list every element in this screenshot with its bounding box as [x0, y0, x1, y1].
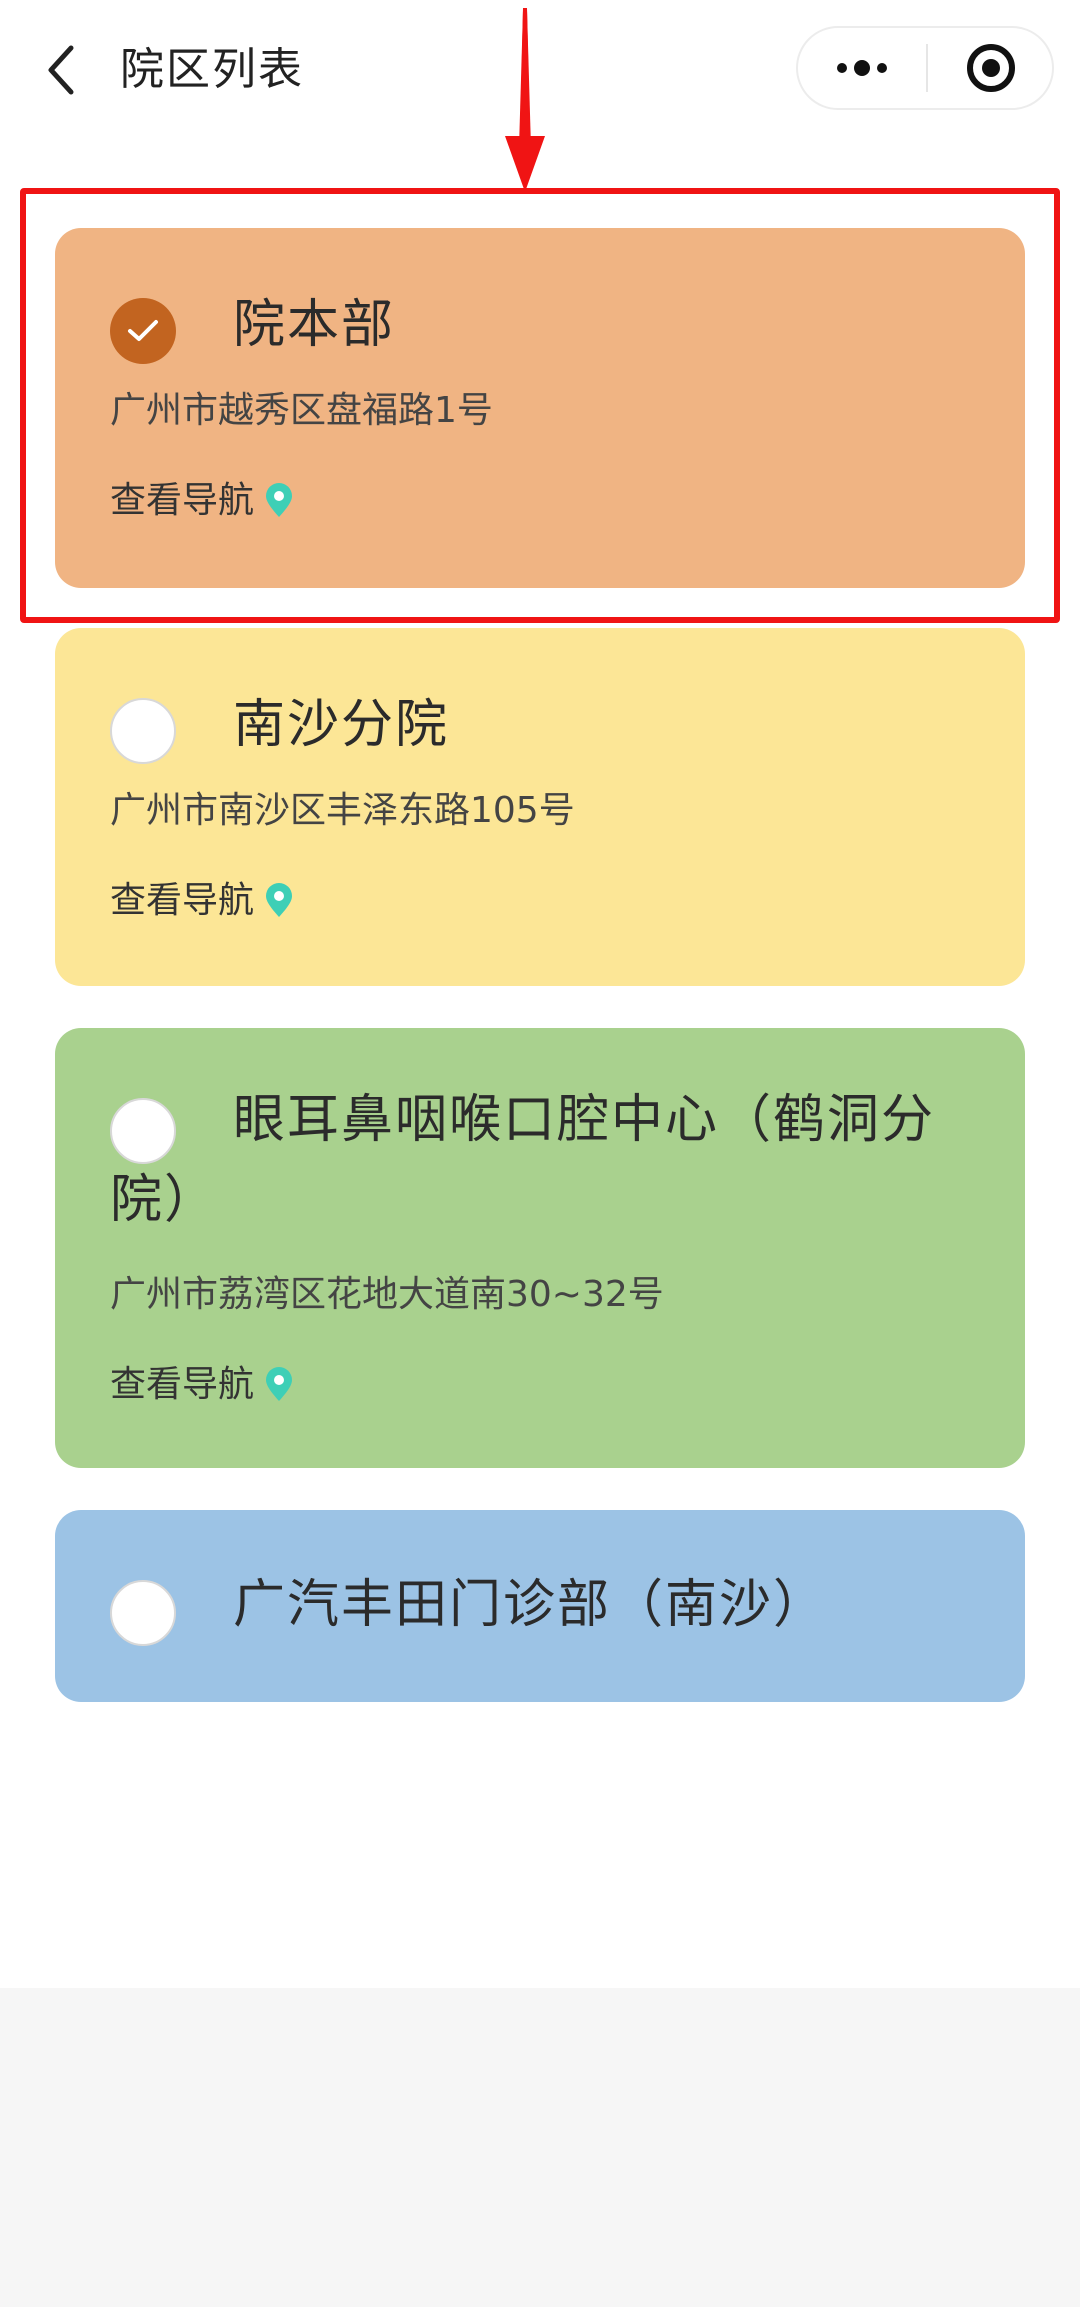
location-pin-icon	[264, 883, 294, 919]
campus-card-gac-toyota[interactable]: 广汽丰田门诊部（南沙）	[55, 1510, 1025, 1702]
more-button[interactable]	[798, 28, 926, 108]
campus-name: 眼耳鼻咽喉口腔中心（鹤洞分院）	[110, 1090, 936, 1230]
view-navigation-label: 查看导航	[110, 1364, 255, 1405]
campus-card-main[interactable]: 院本部 广州市越秀区盘福路1号 查看导航	[55, 228, 1025, 588]
campus-card-nansha[interactable]: 南沙分院 广州市南沙区丰泽东路105号 查看导航	[55, 628, 1025, 986]
campus-address: 广州市越秀区盘福路1号	[110, 390, 493, 431]
view-navigation-label: 查看导航	[110, 480, 255, 521]
annotation-arrow	[505, 8, 545, 192]
back-button[interactable]	[30, 30, 90, 110]
radio-unselected[interactable]	[110, 698, 176, 764]
close-button[interactable]	[928, 28, 1054, 108]
radio-selected[interactable]	[110, 298, 176, 364]
view-navigation-link[interactable]: 查看导航	[110, 1360, 294, 1410]
target-circle-icon	[967, 44, 1015, 92]
view-navigation-link[interactable]: 查看导航	[110, 476, 294, 526]
bottom-background	[0, 1988, 1080, 2307]
campus-name: 南沙分院	[233, 695, 450, 755]
mini-program-capsule	[796, 26, 1054, 110]
view-navigation-link[interactable]: 查看导航	[110, 876, 294, 926]
campus-name: 院本部	[233, 295, 396, 355]
campus-card-ent-center[interactable]: 眼耳鼻咽喉口腔中心（鹤洞分院） 广州市荔湾区花地大道南30~32号 查看导航	[55, 1028, 1025, 1468]
chevron-left-icon	[48, 45, 74, 95]
campus-address: 广州市荔湾区花地大道南30~32号	[110, 1274, 664, 1315]
page-title: 院区列表	[120, 44, 304, 95]
campus-address: 广州市南沙区丰泽东路105号	[110, 790, 575, 831]
check-icon	[128, 320, 158, 341]
location-pin-icon	[264, 1367, 294, 1403]
location-pin-icon	[264, 483, 294, 519]
campus-name: 广汽丰田门诊部（南沙）	[233, 1575, 828, 1635]
more-dots-icon	[837, 60, 887, 76]
radio-unselected[interactable]	[110, 1580, 176, 1646]
view-navigation-label: 查看导航	[110, 880, 255, 921]
